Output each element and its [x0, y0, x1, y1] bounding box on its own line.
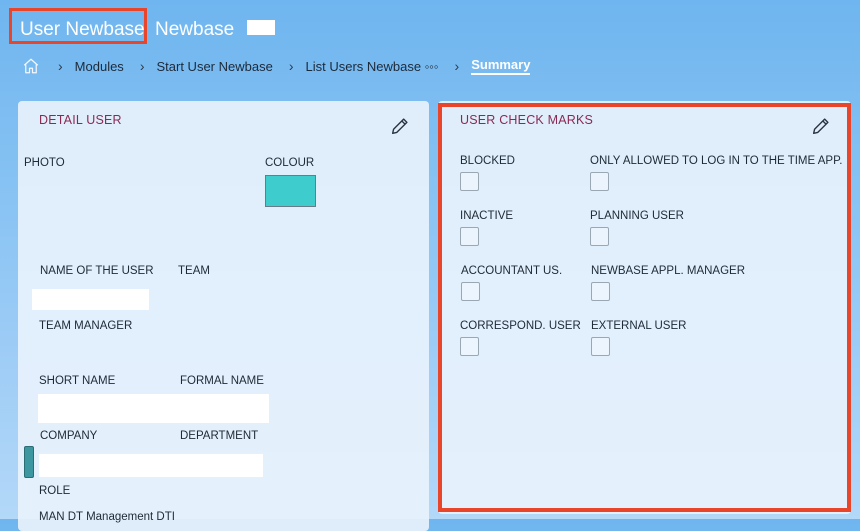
- breadcrumb-home[interactable]: [22, 57, 40, 75]
- company-label: COMPANY: [40, 430, 98, 442]
- inactive-label: INACTIVE: [460, 210, 514, 222]
- colour-swatch: [265, 175, 316, 207]
- pencil-icon: [812, 118, 829, 135]
- chevron-right-icon: ›: [139, 58, 145, 74]
- time-app-only-label: ONLY ALLOWED TO LOG IN TO THE TIME APP.: [590, 155, 843, 167]
- role-value: MAN DT Management DTI: [39, 511, 175, 523]
- blocked-label: BLOCKED: [460, 155, 515, 167]
- chevron-right-icon: ›: [454, 58, 460, 74]
- blocked-checkbox[interactable]: [460, 172, 479, 191]
- name-of-user-label: NAME OF THE USER: [40, 265, 154, 277]
- team-label: TEAM: [178, 265, 210, 277]
- department-label: DEPARTMENT: [180, 430, 259, 442]
- short-formal-name-field: [38, 394, 269, 423]
- colour-label: COLOUR: [265, 157, 315, 169]
- newbase-manager-label: NEWBASE APPL. MANAGER: [591, 265, 746, 277]
- planning-user-label: PLANNING USER: [590, 210, 684, 222]
- company-department-field: [39, 454, 263, 477]
- accountant-checkbox[interactable]: [461, 282, 480, 301]
- formal-name-label: FORMAL NAME: [180, 375, 264, 387]
- scroll-handle[interactable]: [24, 446, 34, 478]
- external-user-label: EXTERNAL USER: [591, 320, 687, 332]
- breadcrumb-item-summary: Summary: [471, 57, 531, 75]
- short-name-label: SHORT NAME: [39, 375, 116, 387]
- page-title: User Newbase: [20, 19, 145, 40]
- role-label: ROLE: [39, 485, 71, 497]
- planning-user-checkbox[interactable]: [590, 227, 609, 246]
- home-icon: [23, 58, 39, 74]
- team-manager-label: TEAM MANAGER: [39, 320, 133, 332]
- user-check-marks-title: USER CHECK MARKS: [460, 113, 594, 127]
- edit-detail-user-button[interactable]: [389, 115, 411, 137]
- chevron-right-icon: ›: [288, 58, 294, 74]
- chevron-right-icon: ›: [58, 58, 63, 74]
- correspond-user-label: CORRESPOND. USER: [460, 320, 581, 332]
- name-of-user-field: [32, 289, 149, 310]
- time-app-only-checkbox[interactable]: [590, 172, 609, 191]
- breadcrumb: › Modules › Start User Newbase › List Us…: [22, 55, 531, 77]
- external-user-checkbox[interactable]: [591, 337, 610, 356]
- title-badge: [247, 20, 275, 35]
- detail-user-title: DETAIL USER: [39, 113, 122, 127]
- inactive-checkbox[interactable]: [460, 227, 479, 246]
- edit-check-marks-button[interactable]: [810, 115, 832, 137]
- pencil-icon: [391, 118, 408, 135]
- page-subtitle: Newbase: [155, 19, 235, 40]
- newbase-manager-checkbox[interactable]: [591, 282, 610, 301]
- correspond-user-checkbox[interactable]: [460, 337, 479, 356]
- accountant-label: ACCOUNTANT US.: [461, 265, 563, 277]
- breadcrumb-item-start-user-newbase[interactable]: Start User Newbase: [156, 59, 272, 74]
- photo-label: PHOTO: [24, 157, 65, 169]
- breadcrumb-item-list-users-newbase[interactable]: List Users Newbase ◦◦◦: [305, 59, 438, 74]
- breadcrumb-item-modules[interactable]: Modules: [75, 59, 124, 74]
